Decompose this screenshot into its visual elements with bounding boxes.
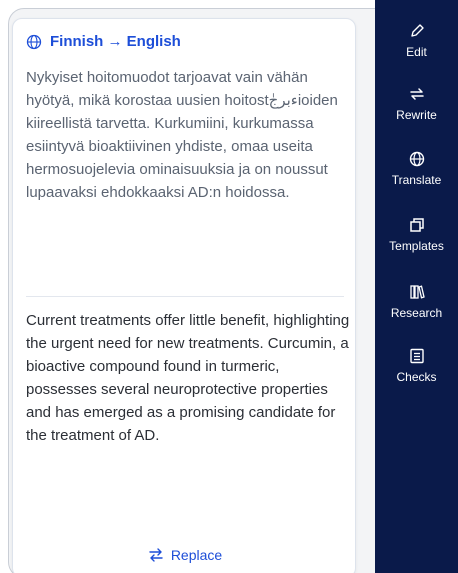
books-icon <box>408 281 426 303</box>
swap-icon <box>149 548 163 562</box>
sidebar-item-label: Translate <box>391 173 442 187</box>
sidebar-item-rewrite[interactable]: Rewrite <box>375 83 458 122</box>
sidebar-item-label: Templates <box>389 239 444 253</box>
sidebar-item-checks[interactable]: Checks <box>375 345 458 384</box>
translation-header: Finnish → English <box>26 33 181 50</box>
sidebar-item-label: Checks <box>396 370 437 384</box>
sidebar-item-research[interactable]: Research <box>375 281 458 320</box>
pen-icon <box>408 20 426 42</box>
sidebar-item-label: Research <box>390 306 443 320</box>
source-text: Nykyiset hoitomuodot tarjoavat vain vähä… <box>26 69 338 201</box>
globe-icon <box>408 148 426 170</box>
sidebar-item-translate[interactable]: Translate <box>375 148 458 187</box>
replace-button[interactable]: Replace <box>13 547 357 563</box>
sidebar-item-label: Edit <box>406 45 427 59</box>
checklist-icon <box>408 345 426 367</box>
translation-panel: Finnish → English Nykyiset hoitomuodot t… <box>12 18 356 573</box>
globe-icon <box>26 34 42 50</box>
sidebar-item-label: Rewrite <box>396 108 437 122</box>
replace-label: Replace <box>170 547 223 563</box>
language-pair: Finnish → English <box>50 33 181 50</box>
sidebar-item-edit[interactable]: Edit <box>375 20 458 59</box>
templates-icon <box>408 214 426 236</box>
sidebar: Edit Rewrite Translate Templates Researc… <box>375 0 458 573</box>
sidebar-item-templates[interactable]: Templates <box>375 214 458 253</box>
translated-text: Current treatments offer little benefit,… <box>26 312 350 444</box>
divider <box>26 296 344 297</box>
rewrite-icon <box>408 83 426 105</box>
